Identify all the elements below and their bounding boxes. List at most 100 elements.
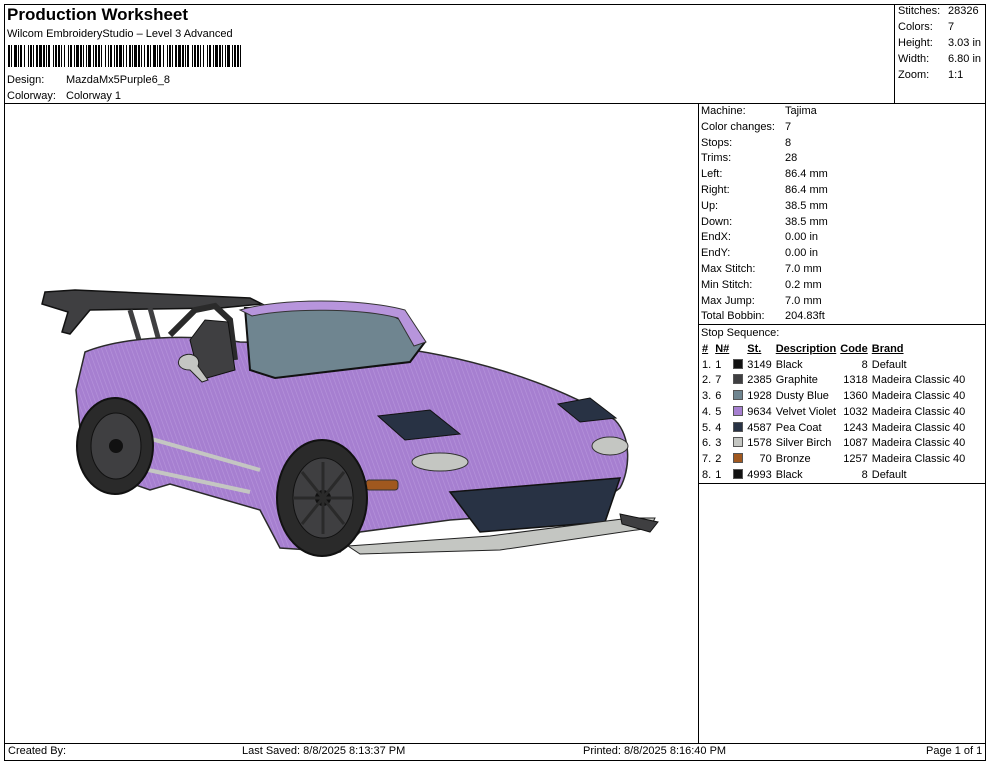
thread-color-swatch [733, 468, 744, 479]
thread-code: 1087 [843, 437, 868, 450]
col-index: # [702, 343, 709, 355]
table-row: 6. 3 1578 Silver Birch 1087 Madeira Classic 4… [700, 436, 967, 452]
thread-description: Black [775, 358, 803, 371]
thread-code: 8 [861, 468, 868, 481]
last-saved: Last Saved: 8/8/2025 8:13:37 PM [242, 745, 406, 757]
machine-info-value: 0.2 mm [785, 278, 822, 291]
design-label: Design: [7, 74, 45, 86]
rear-wheel [76, 397, 154, 495]
row-index: 4. [702, 405, 712, 418]
machine-info-label: Left: [701, 168, 723, 181]
row-index: 5. [702, 421, 712, 434]
machine-info-label: Total Bobbin: [701, 310, 765, 323]
machine-info-label: Machine: [701, 105, 746, 117]
color-swatch [731, 436, 745, 452]
embroidery-design-preview [41, 289, 659, 557]
thread-color-swatch [733, 437, 744, 448]
summary-value: 7 [948, 21, 955, 33]
created-by: Created By: [8, 745, 67, 757]
stitch-count: 9634 [747, 405, 772, 418]
thread-code: 1360 [843, 390, 868, 403]
color-swatch [731, 405, 745, 421]
col-description: Description [775, 343, 837, 355]
color-swatch [731, 452, 745, 468]
colorway-name: Colorway 1 [66, 90, 122, 102]
thread-description: Graphite [775, 374, 818, 387]
table-row: 2. 7 2385 Graphite 1318 Madeira Classic 40 [700, 373, 967, 389]
summary-label: Colors: [898, 21, 933, 33]
thread-color-swatch [733, 421, 744, 432]
machine-info-value: 8 [785, 136, 792, 149]
needle-number: 1 [715, 468, 722, 481]
color-swatch [731, 421, 745, 437]
color-swatch [731, 389, 745, 405]
col-code: Code [840, 343, 868, 355]
row-index: 3. [702, 390, 712, 403]
machine-info-value: 204.83ft [785, 310, 825, 323]
thread-description: Silver Birch [775, 437, 832, 450]
summary-value: 1:1 [948, 69, 964, 81]
headlight-right [591, 436, 629, 456]
page-number: Page 1 of 1 [926, 745, 983, 757]
thread-description: Velvet Violet [775, 405, 837, 418]
machine-info-label: Max Jump: [701, 294, 755, 307]
summary-value: 6.80 in [948, 53, 982, 65]
row-index: 2. [702, 374, 712, 387]
stitch-count: 4587 [747, 421, 772, 434]
needle-number: 7 [715, 374, 722, 387]
stitch-count: 1578 [747, 437, 772, 450]
stitch-count: 2385 [747, 374, 772, 387]
color-swatch [731, 373, 745, 389]
thread-color-swatch [733, 405, 744, 416]
thread-brand: Madeira Classic 40 [871, 437, 966, 450]
thread-code: 1318 [843, 374, 868, 387]
machine-info-value: 7 [785, 120, 792, 133]
thread-brand: Madeira Classic 40 [871, 452, 966, 465]
design-name: MazdaMx5Purple6_8 [66, 74, 170, 86]
machine-info-value: 38.5 mm [785, 199, 828, 212]
table-row: 4. 5 9634 Velvet Violet 1032 Madeira Classic … [700, 405, 967, 421]
thread-brand: Madeira Classic 40 [871, 374, 966, 387]
stop-sequence-table: # N# St. Description Code Brand 1. 1 3149 B… [700, 342, 967, 483]
machine-info-value: 38.5 mm [785, 215, 828, 228]
machine-info-value: 7.0 mm [785, 263, 822, 275]
needle-number: 6 [715, 390, 722, 403]
needle-number: 4 [715, 421, 722, 434]
thread-description: Pea Coat [775, 421, 822, 434]
thread-color-swatch [733, 390, 744, 401]
machine-info-label: Right: [701, 184, 730, 196]
thread-brand: Default [871, 358, 907, 371]
machine-info-label: Up: [701, 199, 719, 212]
stop-sequence-title: Stop Sequence: [701, 327, 780, 339]
thread-code: 1032 [843, 405, 868, 418]
stitch-count: 1928 [747, 390, 772, 403]
colorway-label: Colorway: [7, 90, 56, 102]
summary-value: 28326 [948, 5, 979, 17]
stitch-count: 3149 [747, 358, 772, 371]
machine-info-label: Down: [701, 215, 733, 228]
software-subtitle: Wilcom EmbroideryStudio – Level 3 Advanc… [7, 28, 233, 40]
thread-brand: Default [871, 468, 907, 481]
summary-label: Stitches: [898, 5, 941, 17]
thread-color-swatch [733, 374, 744, 385]
table-row: 5. 4 4587 Pea Coat 1243 Madeira Classic 40 [700, 421, 967, 437]
footer-bar [4, 743, 986, 761]
machine-info-label: EndX: [701, 231, 731, 244]
table-row: 8. 1 4993 Black 8 Default [700, 468, 967, 484]
col-brand: Brand [871, 343, 904, 355]
needle-number: 1 [715, 358, 722, 371]
thread-description: Black [775, 468, 803, 481]
machine-info-value: 0.00 in [785, 247, 819, 260]
machine-info-value: 7.0 mm [785, 294, 822, 307]
machine-info-label: Stops: [701, 136, 733, 149]
worksheet-title: Production Worksheet [7, 5, 189, 24]
needle-number: 3 [715, 437, 722, 450]
printed-date: Printed: 8/8/2025 8:16:40 PM [583, 745, 727, 757]
row-index: 8. [702, 468, 712, 481]
machine-info-label: Min Stitch: [701, 278, 753, 291]
col-swatch [731, 342, 745, 358]
needle-number: 2 [715, 452, 722, 465]
thread-brand: Madeira Classic 40 [871, 390, 966, 403]
table-row: 7. 2 70 Bronze 1257 Madeira Classic 40 [700, 452, 967, 468]
thread-code: 8 [861, 358, 868, 371]
